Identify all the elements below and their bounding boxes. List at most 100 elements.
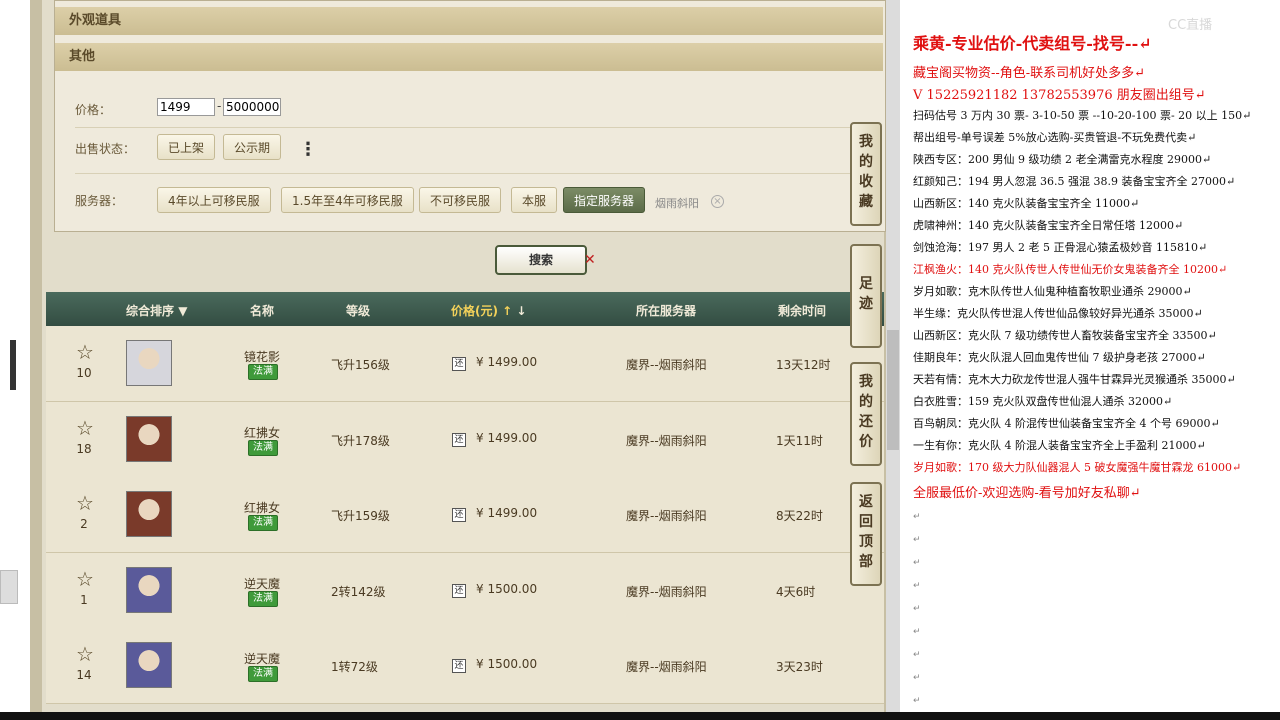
- more-options-icon[interactable]: ⋮: [299, 139, 317, 160]
- favorite-star-icon[interactable]: ☆: [76, 642, 94, 666]
- server-option-chip-active[interactable]: 指定服务器: [563, 187, 646, 213]
- favorite-star-icon[interactable]: ☆: [76, 340, 94, 364]
- character-name[interactable]: 红拂女: [244, 424, 280, 441]
- note-line: 全服最低价-欢迎选购-看号加好友私聊↵: [913, 486, 1141, 501]
- bargain-icon[interactable]: 还: [452, 432, 466, 447]
- listing-price: ¥ 1499.00: [476, 355, 538, 369]
- favorite-star-icon[interactable]: ☆: [76, 567, 94, 591]
- listing-price: ¥ 1499.00: [476, 506, 538, 520]
- listing-server: 魔界--烟雨斜阳: [626, 660, 707, 674]
- table-row[interactable]: ☆ 2 红拂女 法满 飞升159级 还 ¥ 1499.00 魔界--烟雨斜阳 8天22时: [46, 477, 884, 553]
- empty-paragraph-mark: ↵: [913, 696, 921, 706]
- note-line: 扫码估号 3 万内 30 票- 3-10-50 票 --10-20-100 票-…: [913, 109, 1252, 122]
- character-name[interactable]: 逆天魔: [244, 650, 280, 667]
- close-icon[interactable]: ✕: [584, 252, 596, 268]
- column-name: 名称: [250, 304, 275, 318]
- notes-document: 乘黄-专业估价-代卖组号-找号--↵ 藏宝阁买物资--角色-联系司机好处多多↵ V …: [900, 0, 1280, 712]
- bargain-icon[interactable]: 还: [452, 508, 466, 522]
- listing-price: ¥ 1499.00: [476, 430, 538, 445]
- character-name[interactable]: 红拂女: [244, 499, 280, 516]
- note-line: 白衣胜雪：159 克火队双盘传世仙混人通杀 32000↵: [913, 395, 1173, 408]
- empty-paragraph-mark: ↵: [913, 673, 921, 683]
- bargain-icon[interactable]: 还: [452, 357, 466, 371]
- page-content: 外观道具 其他 价格： 1499 - 5000000 出售状态： 已上架 公示期…: [42, 0, 886, 712]
- left-edge-fragment: [0, 570, 18, 604]
- skill-badge: 法满: [248, 590, 278, 607]
- character-level: 飞升178级: [331, 433, 390, 448]
- my-favorites-tab[interactable]: 我的收藏: [850, 122, 882, 226]
- favorite-count: 14: [76, 668, 92, 682]
- note-line: 一生有你：克火队 4 阶混人装备宝宝齐全上手盈利 21000↵: [913, 439, 1206, 452]
- remaining-time: 4天6时: [776, 584, 816, 599]
- search-button[interactable]: 搜索: [495, 245, 587, 275]
- section-appearance-header[interactable]: 外观道具: [55, 7, 883, 35]
- section-other-header[interactable]: 其他: [55, 43, 883, 71]
- note-line: 佳期良年：克火队混人回血鬼传世仙 7 级护身老孩 27000↵: [913, 351, 1206, 364]
- listing-price: ¥ 1500.00: [476, 657, 538, 671]
- taskbar-edge: [0, 712, 1280, 720]
- marketplace-page: 外观道具 其他 价格： 1499 - 5000000 出售状态： 已上架 公示期…: [30, 0, 900, 712]
- back-to-top-tab[interactable]: 返回顶部: [850, 482, 882, 586]
- character-avatar[interactable]: [126, 415, 172, 462]
- remaining-time: 1天11时: [776, 433, 823, 448]
- empty-paragraph-mark: ↵: [913, 512, 921, 522]
- character-avatar[interactable]: [126, 491, 172, 537]
- column-price[interactable]: 价格(元) ↑ ↓: [451, 302, 526, 319]
- bargain-icon[interactable]: 还: [452, 583, 466, 598]
- left-edge-fragment: [10, 340, 16, 390]
- server-option-chip[interactable]: 4年以上可移民服: [157, 187, 271, 213]
- price-min-input[interactable]: 1499: [157, 98, 215, 116]
- character-avatar[interactable]: [126, 642, 172, 688]
- server-option-chip[interactable]: 本服: [511, 187, 558, 213]
- note-line: 山西新区：克火队 7 级功绩传世人畜牧装备宝宝齐全 33500↵: [913, 329, 1217, 342]
- left-edge-strip: [0, 0, 30, 720]
- sort-down-arrow-icon: ↓: [516, 304, 527, 318]
- table-row[interactable]: ☆ 1 逆天魔 法满 2转142级 还 ¥ 1500.00 魔界--烟雨斜阳 4天6时: [46, 552, 884, 629]
- close-icon[interactable]: ×: [711, 195, 724, 208]
- character-avatar[interactable]: [126, 566, 172, 613]
- character-level: 飞升156级: [331, 358, 390, 372]
- note-line: 江枫渔火：140 克火队传世人传世仙无价女鬼装备齐全 10200↵: [913, 263, 1228, 276]
- note-line: 虎啸神州：140 克火队装备宝宝齐全日常任塔 12000↵: [913, 219, 1184, 232]
- sort-down-icon: ▼: [178, 304, 188, 318]
- status-public-chip[interactable]: 公示期: [223, 134, 282, 160]
- sort-up-icon: ↑: [502, 304, 513, 318]
- server-label: 服务器：: [75, 194, 124, 208]
- table-row[interactable]: ☆ 14 逆天魔 法满 1转72级 还 ¥ 1500.00 魔界--烟雨斜阳 3天23时: [46, 628, 884, 704]
- favorite-count: 2: [80, 517, 88, 531]
- table-row[interactable]: ☆ 18 红拂女 法满 飞升178级 还 ¥ 1499.00 魔界--烟雨斜阳 1天11时: [46, 401, 884, 478]
- my-offers-tab[interactable]: 我的还价: [850, 362, 882, 466]
- character-name[interactable]: 镜花影: [244, 348, 280, 365]
- skill-badge: 法满: [248, 666, 278, 682]
- column-time: 剩余时间: [778, 304, 827, 318]
- column-sort-overall[interactable]: 综合排序 ▼: [126, 302, 187, 319]
- price-max-input[interactable]: 5000000: [223, 98, 281, 116]
- listing-server: 魔界--烟雨斜阳: [626, 584, 707, 599]
- favorite-count: 1: [80, 592, 88, 607]
- note-line: 藏宝阁买物资--角色-联系司机好处多多↵: [913, 66, 1146, 81]
- table-row[interactable]: ☆ 10 镜花影 法满 飞升156级 还 ¥ 1499.00 魔界--烟雨斜阳 13天12时: [46, 326, 884, 402]
- favorite-star-icon[interactable]: ☆: [76, 491, 94, 515]
- note-line: 红颜知己：194 男人忽混 36.5 强混 38.9 装备宝宝齐全 27000↵: [913, 175, 1236, 188]
- scrollbar-thumb[interactable]: [887, 330, 899, 450]
- favorite-star-icon[interactable]: ☆: [76, 416, 94, 440]
- favorite-count: 10: [76, 366, 92, 380]
- note-line: 百鸟朝凤：克火队 4 阶混传世仙装备宝宝齐全 4 个号 69000↵: [913, 417, 1220, 430]
- character-name[interactable]: 逆天魔: [244, 575, 280, 592]
- empty-paragraph-mark: ↵: [913, 581, 921, 591]
- server-option-chip[interactable]: 不可移民服: [419, 187, 502, 213]
- empty-paragraph-mark: ↵: [913, 558, 921, 568]
- price-label: 价格：: [75, 103, 112, 117]
- divider: [75, 173, 875, 174]
- character-level: 1转72级: [331, 660, 378, 674]
- note-line: 岁月如歌：克木队传世人仙鬼种植畜牧职业通杀 29000↵: [913, 285, 1192, 298]
- stream-watermark: CC直播: [1168, 18, 1213, 33]
- bargain-icon[interactable]: 还: [452, 659, 466, 673]
- server-option-chip[interactable]: 1.5年至4年可移民服: [281, 187, 414, 213]
- empty-paragraph-mark: ↵: [913, 650, 921, 660]
- listing-server: 魔界--烟雨斜阳: [626, 358, 707, 372]
- character-avatar[interactable]: [126, 340, 172, 386]
- status-listed-chip[interactable]: 已上架: [157, 134, 216, 160]
- table-header: 综合排序 ▼ 名称 等级 价格(元) ↑ ↓ 所在服务器 剩余时间: [46, 292, 884, 326]
- footprint-tab[interactable]: 足迹: [850, 244, 882, 348]
